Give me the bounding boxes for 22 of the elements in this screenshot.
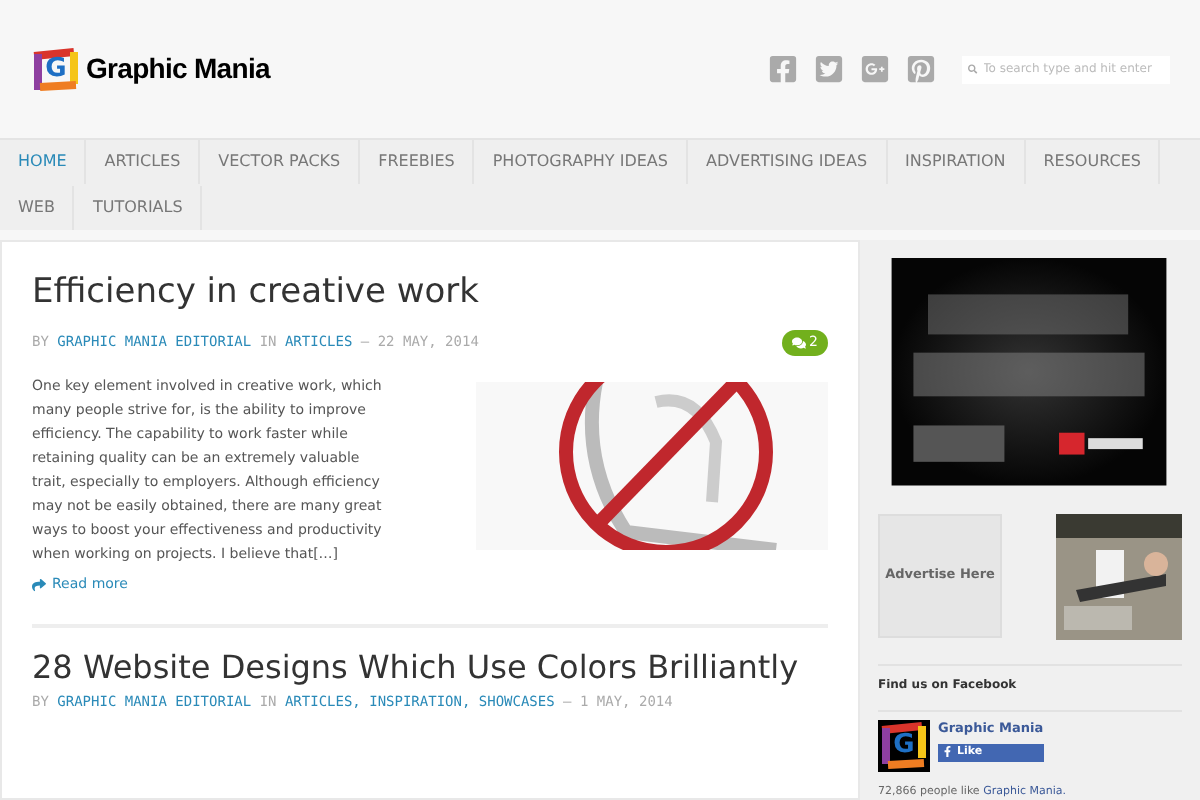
nav-tab[interactable]: FREEBIES [360,140,475,184]
facebook-icon[interactable] [768,54,798,84]
nav-tab[interactable]: HOME [0,140,87,184]
site-title[interactable]: Graphic Mania [86,48,270,90]
nav-tab[interactable]: ARTICLES [86,140,201,184]
nav-tab[interactable]: VECTOR PACKS [200,140,361,184]
nav-tab[interactable]: INSPIRATION [887,140,1026,184]
post-title[interactable]: Efficiency in creative work [32,270,828,314]
share-arrow-icon [32,577,46,592]
nav-tab[interactable]: ADVERTISING IDEAS [687,140,888,184]
search-icon [968,64,978,74]
logo-icon: G [878,719,930,772]
nav-tab[interactable]: TUTORIALS [74,185,203,229]
pinterest-icon[interactable] [906,54,936,84]
comments-icon [791,336,806,350]
nav-tab[interactable]: RESOURCES [1025,140,1161,184]
facebook-icon [942,746,953,758]
nav-tab[interactable]: WEB [0,185,75,229]
twitter-icon[interactable] [814,54,844,84]
post-title[interactable]: 28 Website Designs Which Use Colors Brilliantly [32,647,828,687]
google-plus-icon[interactable] [860,54,890,84]
nav-tab[interactable]: PHOTOGRAPHY IDEAS [474,140,688,184]
